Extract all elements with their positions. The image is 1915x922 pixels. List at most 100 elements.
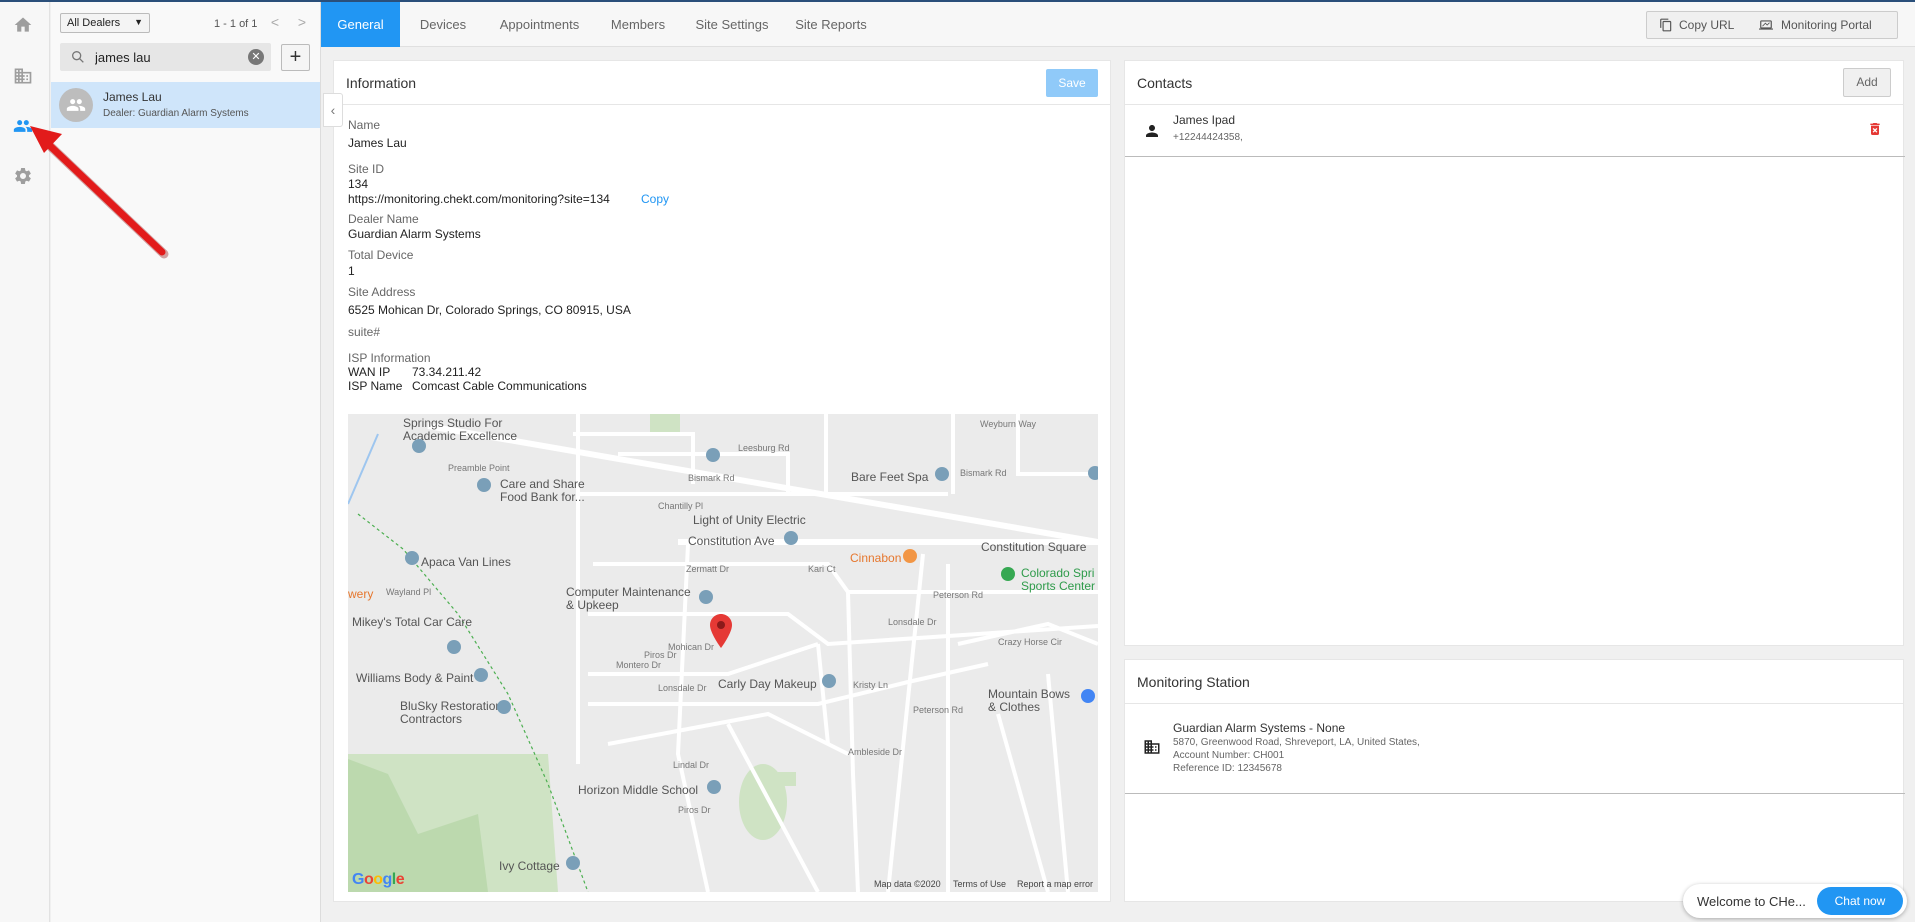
- monitoring-account-number: Account Number: CH001: [1173, 750, 1285, 761]
- information-title: Information: [346, 75, 417, 91]
- poi-marker-icon: [1088, 466, 1098, 480]
- monitoring-station-address: 5870, Greenwood Road, Shreveport, LA, Un…: [1173, 737, 1420, 748]
- dealer-filter-select[interactable]: All Dealers ▼: [60, 13, 150, 33]
- search-icon: [72, 51, 84, 63]
- name-label: Name: [348, 118, 381, 132]
- site-search-input[interactable]: [95, 48, 240, 66]
- copy-url-label: Copy URL: [1679, 18, 1735, 32]
- restaurant-marker-icon: [903, 549, 917, 563]
- suite-input[interactable]: suite#: [348, 325, 380, 339]
- road-bismark: Bismark Rd: [688, 473, 735, 483]
- road-bismark-2: Bismark Rd: [960, 468, 1007, 478]
- site-list-item[interactable]: James Lau Dealer: Guardian Alarm Systems: [51, 82, 320, 128]
- pager-next-button[interactable]: >: [294, 14, 310, 30]
- isp-name-label: ISP Name: [348, 379, 403, 393]
- people-icon[interactable]: [12, 115, 34, 137]
- poi-marker-icon: [477, 478, 491, 492]
- poi-marker-icon: [497, 700, 511, 714]
- poi-blusky: BluSky Restoration Contractors: [400, 699, 503, 726]
- poi-marker-icon: [935, 467, 949, 481]
- poi-bare-feet: Bare Feet Spa: [851, 470, 929, 484]
- gear-icon[interactable]: [12, 165, 34, 187]
- total-device-label: Total Device: [348, 248, 414, 262]
- poi-marker-icon: [784, 531, 798, 545]
- tab-site-reports[interactable]: Site Reports: [785, 2, 877, 47]
- total-device-value: 1: [348, 264, 355, 278]
- name-value[interactable]: James Lau: [348, 136, 407, 150]
- person-icon: [1146, 125, 1158, 137]
- road-constitution-ave: Constitution Ave: [688, 534, 775, 548]
- delete-icon[interactable]: [1867, 120, 1883, 138]
- copy-url-link[interactable]: Copy: [641, 192, 669, 206]
- site-name: James Lau: [103, 90, 162, 104]
- poi-marker-icon: [1081, 689, 1095, 703]
- pager-count: 1 - 1 of 1: [214, 18, 258, 30]
- poi-marker-icon: [707, 780, 721, 794]
- contact-row[interactable]: James Ipad +12244424358,: [1125, 105, 1905, 157]
- monitoring-station-row[interactable]: Guardian Alarm Systems - None 5870, Gree…: [1125, 704, 1905, 794]
- road-weyburn: Weyburn Way: [980, 419, 1037, 429]
- poi-marker-icon: [706, 448, 720, 462]
- road-crazy-horse: Crazy Horse Cir: [998, 637, 1063, 647]
- poi-marker-icon: [412, 439, 426, 453]
- tab-members[interactable]: Members: [596, 2, 680, 47]
- site-search-box: ✕: [60, 43, 271, 71]
- map-data-attribution: Map data ©2020: [874, 879, 941, 889]
- poi-cinnabon: Cinnabon: [850, 551, 902, 565]
- road-lonsdale-2: Lonsdale Dr: [658, 683, 707, 693]
- poi-care-share: Care and Share Food Bank for...: [500, 477, 585, 504]
- monitoring-station-title: Monitoring Station: [1137, 674, 1250, 690]
- poi-marker-icon: [447, 640, 461, 654]
- contact-phone: +12244424358,: [1173, 132, 1243, 143]
- road-preamble: Preamble Point: [448, 463, 510, 473]
- dealer-name-value: Guardian Alarm Systems: [348, 227, 481, 241]
- pager-prev-button[interactable]: <: [267, 14, 283, 30]
- tab-site-settings[interactable]: Site Settings: [683, 2, 781, 47]
- tab-devices[interactable]: Devices: [403, 2, 483, 47]
- site-address-label: Site Address: [348, 285, 416, 299]
- poi-marker-icon: [822, 674, 836, 688]
- poi-horizon: Horizon Middle School: [578, 783, 699, 797]
- poi-marker-icon: [405, 551, 419, 565]
- poi-light-unity: Light of Unity Electric: [693, 513, 806, 527]
- park-marker-icon: [1001, 567, 1015, 581]
- road-kristy: Kristy Ln: [853, 680, 889, 690]
- poi-marker-icon: [699, 590, 713, 604]
- tab-general[interactable]: General: [321, 2, 400, 47]
- monitoring-portal-label: Monitoring Portal: [1781, 18, 1872, 32]
- map-terms-link[interactable]: Terms of Use: [953, 879, 1006, 889]
- chat-widget[interactable]: Welcome to CHe... Chat now: [1683, 884, 1907, 918]
- road-leesburg: Leesburg Rd: [738, 443, 790, 453]
- add-site-button[interactable]: +: [281, 44, 310, 71]
- road-wayland: Wayland Pl: [386, 587, 432, 597]
- home-icon[interactable]: [12, 14, 34, 36]
- information-header: Information Save: [334, 61, 1110, 105]
- clear-search-icon[interactable]: ✕: [248, 49, 264, 65]
- save-button[interactable]: Save: [1046, 69, 1098, 97]
- collapse-sidebar-button[interactable]: ‹: [323, 93, 343, 127]
- monitoring-reference-id: Reference ID: 12345678: [1173, 763, 1282, 774]
- road-peterson-2: Peterson Rd: [913, 705, 964, 715]
- chat-welcome-text: Welcome to CHe...: [1697, 894, 1806, 909]
- road-zermatt: Zermatt Dr: [686, 564, 730, 574]
- wan-ip-value: 73.34.211.42: [412, 365, 482, 379]
- map-report-error-link[interactable]: Report a map error: [1017, 879, 1093, 889]
- site-address-input[interactable]: 6525 Mohican Dr, Colorado Springs, CO 80…: [348, 303, 631, 317]
- road-ambleside: Ambleside Dr: [848, 747, 903, 757]
- poi-apaca: Apaca Van Lines: [421, 555, 511, 569]
- add-contact-button[interactable]: Add: [1843, 68, 1891, 97]
- contacts-title: Contacts: [1137, 75, 1193, 91]
- poi-colorado-sports: Colorado Spri Sports Center: [1021, 566, 1096, 593]
- tab-appointments[interactable]: Appointments: [487, 2, 592, 47]
- poi-wery: wery: [348, 587, 374, 601]
- site-map[interactable]: Springs Studio For Academic Excellence Ca…: [348, 414, 1098, 892]
- monitoring-portal-button[interactable]: Monitoring Portal: [1759, 12, 1894, 38]
- monitoring-station-header: Monitoring Station: [1125, 660, 1903, 704]
- dealer-name-label: Dealer Name: [348, 212, 419, 226]
- isp-name-value: Comcast Cable Communications: [412, 379, 587, 393]
- chat-now-button[interactable]: Chat now: [1817, 887, 1903, 915]
- copy-url-button[interactable]: Copy URL: [1659, 12, 1747, 38]
- monitoring-station-name: Guardian Alarm Systems - None: [1173, 721, 1346, 735]
- poi-mikeys: Mikey's Total Car Care: [352, 615, 473, 629]
- building-icon[interactable]: [12, 65, 34, 87]
